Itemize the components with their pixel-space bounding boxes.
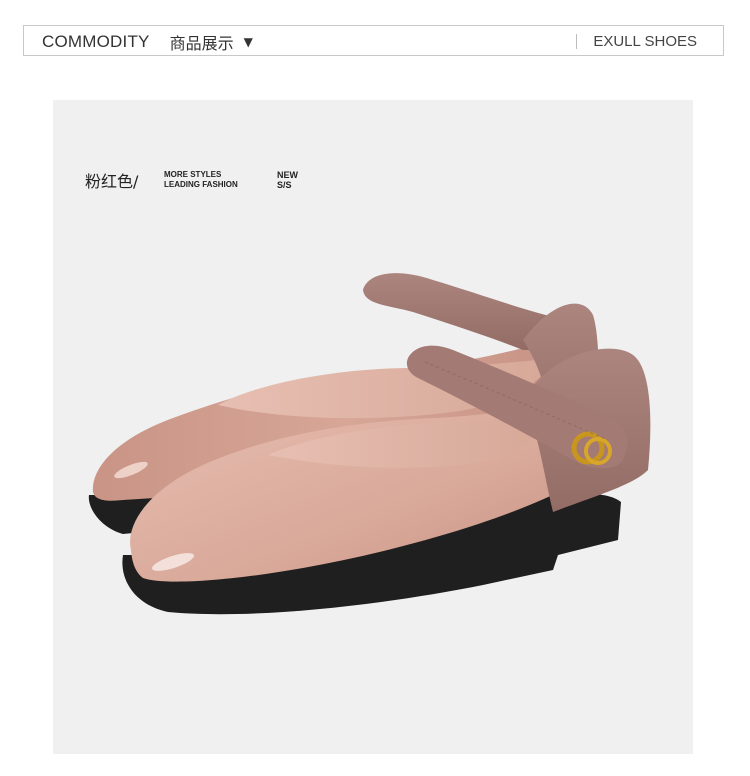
header-title: COMMODITY: [42, 31, 150, 51]
chevron-down-icon: ▼: [243, 34, 253, 49]
section-header: COMMODITY 商品展示 ▼ EXULL SHOES: [23, 25, 724, 56]
brand-name: EXULL SHOES: [593, 33, 697, 50]
product-photo: 粉红色/ MORE STYLES LEADING FASHION NEW S/S: [53, 100, 693, 754]
header-subtitle-group[interactable]: 商品展示 ▼: [170, 30, 253, 54]
header-subtitle: 商品展示: [169, 33, 234, 53]
header-left: COMMODITY 商品展示 ▼: [42, 26, 253, 57]
shoes-illustration: [88, 273, 651, 615]
header-divider: [576, 34, 577, 49]
